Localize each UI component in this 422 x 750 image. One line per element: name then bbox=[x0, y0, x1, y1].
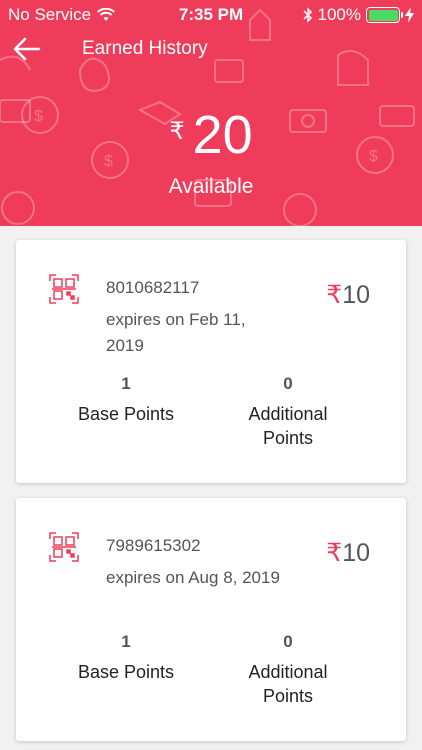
page-title: Earned History bbox=[82, 38, 208, 59]
battery-icon bbox=[366, 7, 403, 23]
balance-amount: 20 bbox=[192, 105, 253, 165]
balance-display: ₹20 bbox=[0, 104, 422, 166]
earned-value: 10 bbox=[342, 539, 370, 567]
history-card[interactable]: 8010682117 expires on Feb 11, 2019 ₹10 1… bbox=[16, 240, 406, 483]
base-points: 1 Base Points bbox=[46, 632, 206, 684]
balance-label: Available bbox=[168, 175, 254, 198]
earned-amount: ₹10 bbox=[326, 538, 370, 568]
history-card[interactable]: 7989615302 expires on Aug 8, 2019 ₹10 1 … bbox=[16, 498, 406, 741]
charging-bolt-icon bbox=[405, 7, 414, 23]
qr-code-icon bbox=[49, 274, 79, 304]
base-points-value: 1 bbox=[121, 632, 131, 651]
header: $ $ $ No Service 7:35 PM 100% Earned His… bbox=[0, 0, 422, 226]
currency-symbol: ₹ bbox=[169, 118, 185, 145]
additional-points: 0 Additional Points bbox=[208, 374, 368, 450]
additional-points-label: Additional Points bbox=[248, 662, 328, 706]
expiry-date: expires on Aug 8, 2019 bbox=[106, 568, 280, 587]
additional-points: 0 Additional Points bbox=[208, 632, 368, 708]
rupee-symbol: ₹ bbox=[326, 281, 343, 309]
rupee-symbol: ₹ bbox=[326, 539, 343, 567]
base-points-value: 1 bbox=[121, 374, 131, 393]
base-points: 1 Base Points bbox=[46, 374, 206, 426]
additional-points-value: 0 bbox=[283, 632, 293, 651]
order-code: 8010682117 bbox=[106, 278, 200, 297]
qr-code-icon bbox=[49, 532, 79, 562]
base-points-label: Base Points bbox=[77, 662, 175, 682]
additional-points-label: Additional Points bbox=[248, 404, 328, 448]
bluetooth-icon bbox=[302, 7, 312, 23]
earned-amount: ₹10 bbox=[326, 280, 370, 310]
additional-points-value: 0 bbox=[283, 374, 293, 393]
order-code: 7989615302 bbox=[106, 536, 201, 555]
back-arrow-icon bbox=[13, 37, 41, 61]
status-bar: No Service 7:35 PM 100% bbox=[0, 0, 422, 30]
battery-percent: 100% bbox=[317, 5, 361, 24]
base-points-label: Base Points bbox=[77, 404, 175, 424]
back-button[interactable] bbox=[12, 34, 42, 64]
expiry-date: expires on Feb 11, 2019 bbox=[106, 310, 246, 355]
earned-value: 10 bbox=[342, 281, 370, 309]
